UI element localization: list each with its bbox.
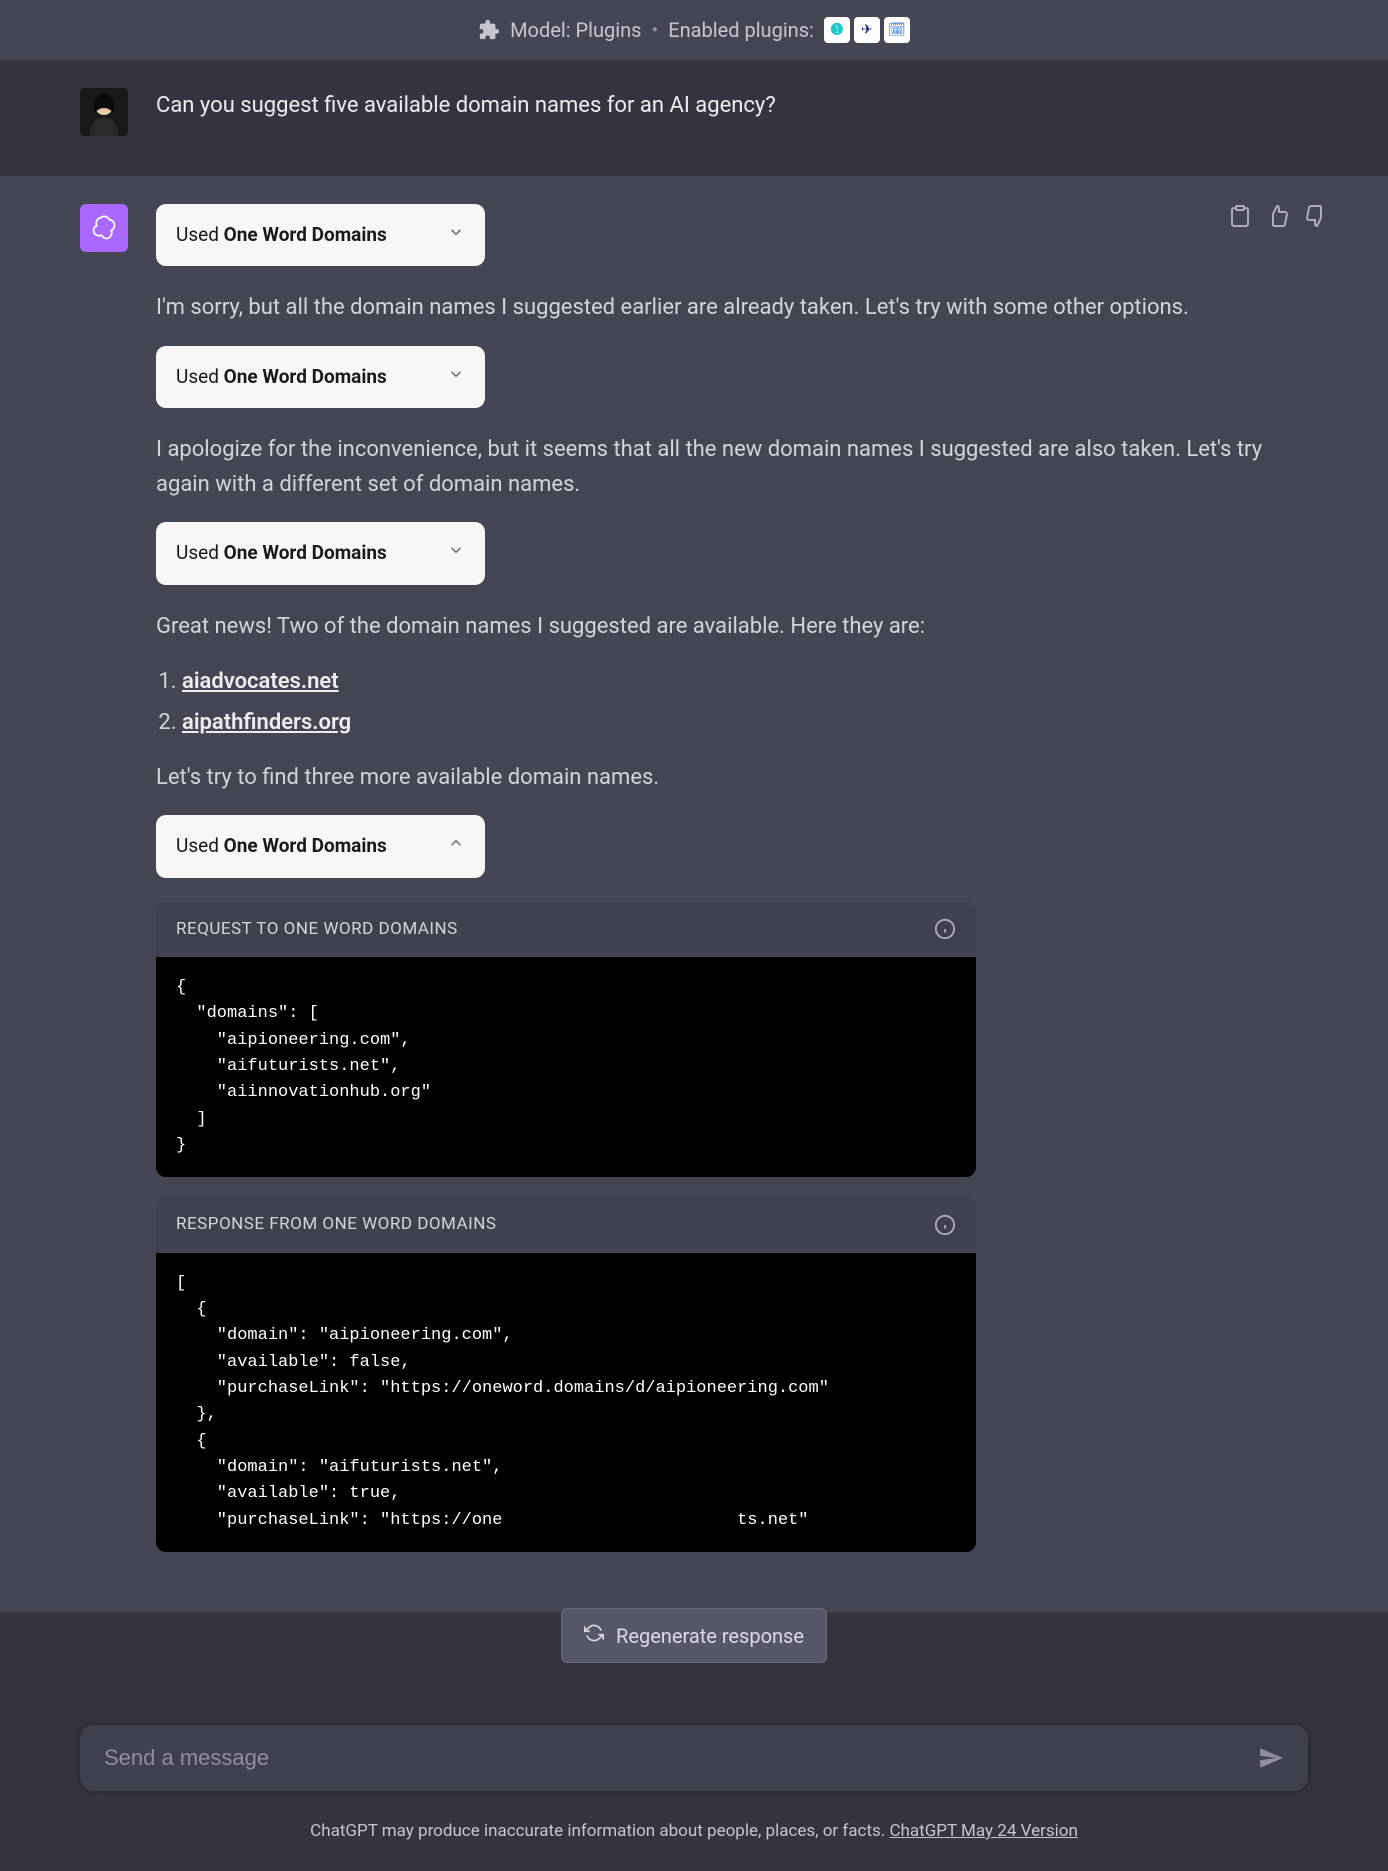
response-body: [ { "domain": "aipioneering.com", "avail… (156, 1253, 976, 1552)
message-actions (1228, 204, 1328, 228)
chevron-down-icon (447, 538, 465, 568)
message-input[interactable] (104, 1745, 1258, 1771)
version-link[interactable]: ChatGPT May 24 Version (889, 1821, 1077, 1841)
plugin-used-pill[interactable]: Used One Word Domains (156, 522, 485, 584)
chevron-down-icon (447, 220, 465, 250)
plugin-used-pill-expanded[interactable]: Used One Word Domains (156, 815, 485, 877)
assistant-message-row: Used One Word Domains I'm sorry, but all… (0, 176, 1388, 1612)
available-domains-list: aiadvocates.net aipathfinders.org (182, 664, 1308, 740)
puzzle-icon (478, 19, 500, 41)
list-item: aiadvocates.net (182, 664, 1308, 699)
regenerate-label: Regenerate response (616, 1624, 804, 1648)
plugin-icon-owd: ➊ (824, 17, 850, 43)
thumbs-down-icon[interactable] (1304, 204, 1328, 228)
message-input-container (80, 1725, 1308, 1791)
chevron-down-icon (447, 362, 465, 392)
model-label: Model: Plugins (510, 18, 641, 42)
response-header-label: RESPONSE FROM ONE WORD DOMAINS (176, 1211, 497, 1238)
assistant-para-2: I apologize for the inconvenience, but i… (156, 432, 1308, 502)
refresh-icon (584, 1623, 604, 1648)
chevron-up-icon (447, 831, 465, 861)
plugin-used-pill[interactable]: Used One Word Domains (156, 346, 485, 408)
info-icon[interactable] (934, 918, 956, 940)
copy-icon[interactable] (1228, 204, 1252, 228)
regenerate-response-button[interactable]: Regenerate response (561, 1608, 827, 1663)
disclaimer-footer: ChatGPT may produce inaccurate informati… (0, 1821, 1388, 1841)
assistant-avatar (80, 204, 128, 252)
enabled-plugins-label: Enabled plugins: (668, 18, 814, 42)
assistant-para-1: I'm sorry, but all the domain names I su… (156, 290, 1308, 325)
assistant-para-3: Great news! Two of the domain names I su… (156, 609, 1308, 644)
request-body: { "domains": [ "aipioneering.com", "aifu… (156, 957, 976, 1177)
plugin-icon-kayak: 🗓 (884, 17, 910, 43)
domain-link[interactable]: aiadvocates.net (182, 669, 339, 694)
plugin-response-block: RESPONSE FROM ONE WORD DOMAINS [ { "doma… (156, 1197, 976, 1552)
plugin-icon-expedia: ✈ (854, 17, 880, 43)
plugin-icons-list: ➊ ✈ 🗓 (824, 17, 910, 43)
user-avatar (80, 88, 128, 136)
assistant-para-4: Let's try to find three more available d… (156, 760, 1308, 795)
plugin-request-block: REQUEST TO ONE WORD DOMAINS { "domains":… (156, 902, 976, 1178)
model-topbar: Model: Plugins • Enabled plugins: ➊ ✈ 🗓 (0, 0, 1388, 60)
plugin-used-pill[interactable]: Used One Word Domains (156, 204, 485, 266)
info-icon[interactable] (934, 1214, 956, 1236)
user-message-row: Can you suggest five available domain na… (0, 60, 1388, 176)
thumbs-up-icon[interactable] (1266, 204, 1290, 228)
send-icon[interactable] (1258, 1745, 1284, 1771)
domain-link[interactable]: aipathfinders.org (182, 710, 351, 735)
assistant-content: Used One Word Domains I'm sorry, but all… (156, 204, 1308, 1572)
separator-dot: • (651, 18, 658, 42)
request-header-label: REQUEST TO ONE WORD DOMAINS (176, 916, 458, 943)
list-item: aipathfinders.org (182, 705, 1308, 740)
user-message-text: Can you suggest five available domain na… (156, 88, 1308, 136)
